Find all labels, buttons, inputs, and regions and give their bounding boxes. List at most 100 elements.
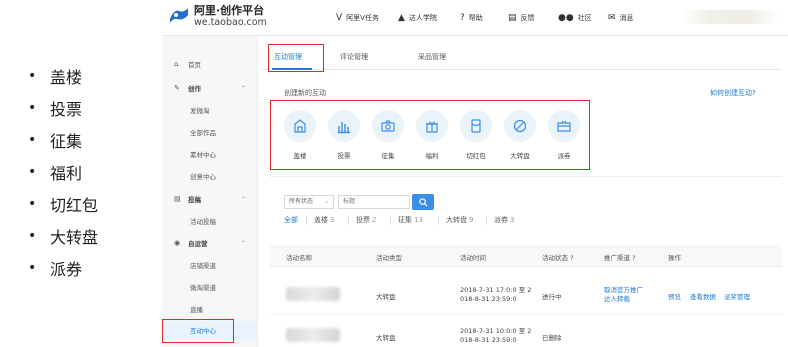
sidebar-item-live[interactable]: 直播 — [162, 300, 258, 318]
sidebar-item-label: 素材中心 — [190, 151, 216, 159]
topnav-label: 反馈 — [520, 14, 535, 22]
chevron-up-icon: ⌃ — [240, 195, 246, 203]
sidebar-item-home[interactable]: ⌂ 首页 — [162, 55, 258, 73]
category-collect[interactable]: 征集 13 — [398, 215, 423, 225]
document-icon: ▤ — [174, 195, 181, 203]
bullet-dot: • — [28, 132, 37, 148]
sidebar-item-shop-channel[interactable]: 店铺渠道 — [162, 256, 258, 274]
bullet-dot: • — [28, 164, 37, 180]
table-row: 大转盘 2018-7-31 17:0:0 至 2 018-8-31 23:59:0… — [270, 275, 782, 315]
how-to-create-link[interactable]: 如何创建互动? — [710, 88, 756, 98]
category-label: 大转盘 — [446, 216, 467, 224]
bullet-text: 派券 — [50, 260, 83, 279]
sidebar-group-create[interactable]: ✎ 创作 ⌃ — [162, 79, 258, 97]
sidebar-item-activity-submit[interactable]: 活动投稿 — [162, 212, 258, 230]
topnav-item-help[interactable]: ? 帮助 — [460, 10, 483, 26]
category-divider — [390, 216, 391, 225]
tab-bar: 互动管理 评论管理 采品管理 — [262, 44, 782, 70]
column-header: 推广渠道 ? — [604, 254, 636, 262]
column-header: 操作 — [668, 254, 681, 262]
blurred-user-info[interactable] — [680, 10, 780, 24]
highlight-box-create-types — [270, 100, 590, 170]
category-count: 9 — [469, 216, 474, 224]
sidebar-item-label: 发微淘 — [190, 107, 210, 115]
feedback-icon: ▤ — [508, 13, 517, 23]
community-icon: ●● — [558, 13, 574, 23]
category-count: 3 — [510, 216, 515, 224]
brand-subtitle: we.taobao.com — [194, 17, 267, 28]
category-count: 13 — [414, 216, 423, 224]
app-window: 阿里·创作平台 we.taobao.com V 阿里V任务 ▲ 达人学院 ? 帮助 ▤… — [162, 0, 788, 347]
bullet-dot: • — [28, 68, 37, 84]
category-count: 3 — [330, 216, 335, 224]
category-building[interactable]: 盖楼 3 — [314, 215, 334, 225]
table-row: 大转盘 2018-7-31 10:0:0 至 2 018-8-31 23:59:0… — [270, 316, 782, 347]
status-select-value: 所有状态 — [289, 198, 314, 205]
bullet-dot: • — [28, 100, 37, 116]
sidebar-item-materials[interactable]: 素材中心 — [162, 145, 258, 163]
prize-management-link[interactable]: 派奖管理 — [724, 291, 750, 301]
search-button[interactable] — [412, 194, 434, 210]
bullet-item: • 大转盘 — [28, 222, 98, 250]
time-line: 2018-7-31 17:0:0 至 2 — [460, 286, 532, 294]
chevron-down-icon: ⌄ — [323, 198, 329, 205]
sidebar-item-label: 创意中心 — [190, 173, 216, 181]
column-header: 活动名称 — [286, 254, 312, 262]
preview-link[interactable]: 预览 — [668, 291, 681, 301]
sidebar-group-label: 自运营 — [188, 240, 208, 248]
column-header: 活动时间 — [460, 254, 486, 262]
view-data-link[interactable]: 查看数据 — [690, 291, 716, 301]
activity-type: 大转盘 — [376, 334, 396, 342]
sidebar-item-ideas[interactable]: 创意中心 — [162, 167, 258, 185]
topnav-item-v-task[interactable]: V 阿里V任务 — [336, 10, 379, 26]
brand-title: 阿里·创作平台 — [194, 4, 265, 17]
bullet-text: 福利 — [50, 164, 83, 183]
cancel-promotion-link[interactable]: 取消官方推广 — [604, 286, 643, 295]
status-select[interactable]: 所有状态 ⌄ — [284, 195, 334, 209]
tab-comment-management[interactable]: 评论管理 — [340, 52, 368, 62]
sidebar-item-label: 店铺渠道 — [190, 262, 216, 270]
sidebar-item-label: 全部作品 — [190, 129, 216, 137]
topnav-item-feedback[interactable]: ▤ 反馈 — [508, 10, 535, 26]
bullet-dot: • — [28, 260, 37, 276]
top-bar: 阿里·创作平台 we.taobao.com V 阿里V任务 ▲ 达人学院 ? 帮助 ▤… — [162, 0, 788, 36]
activity-time: 2018-7-31 17:0:0 至 2 018-8-31 23:59:0 — [460, 286, 531, 304]
sidebar-item-label: 首页 — [188, 61, 201, 69]
highlight-box-tab — [268, 44, 324, 72]
talent-repost-link[interactable]: 达人转载 — [604, 295, 643, 304]
sidebar-item-all-works[interactable]: 全部作品 — [162, 123, 258, 141]
bullet-item: • 切红包 — [28, 190, 98, 218]
topnav-item-academy[interactable]: ▲ 达人学院 — [398, 10, 437, 26]
search-icon — [418, 197, 428, 207]
bullet-dot: • — [28, 196, 37, 212]
sidebar-group-self-operation[interactable]: ◉ 自运营 ⌃ — [162, 234, 258, 252]
sidebar-item-weitao-channel[interactable]: 微淘渠道 — [162, 278, 258, 296]
category-label: 全部 — [284, 216, 298, 224]
category-coupon[interactable]: 派券 3 — [494, 215, 514, 225]
sidebar-item-post-weitao[interactable]: 发微淘 — [162, 101, 258, 119]
bullet-text: 盖楼 — [50, 68, 83, 87]
category-label: 投票 — [356, 216, 370, 224]
time-line: 018-8-31 23:59:0 — [460, 295, 517, 303]
bullet-item: • 福利 — [28, 158, 82, 186]
category-wheel[interactable]: 大转盘 9 — [446, 215, 473, 225]
taobao-logo-icon — [168, 5, 190, 27]
topnav-item-messages[interactable]: ✉ 消息 — [608, 10, 634, 26]
tab-product-management[interactable]: 采品管理 — [418, 52, 446, 62]
sidebar-item-label: 直播 — [190, 306, 203, 314]
title-search-input[interactable] — [338, 195, 410, 209]
help-icon: ? — [460, 13, 465, 23]
category-vote[interactable]: 投票 2 — [356, 215, 376, 225]
topnav-label: 社区 — [577, 14, 592, 22]
column-header: 活动状态 ? — [542, 254, 574, 262]
sidebar-group-submit[interactable]: ▤ 投稿 ⌃ — [162, 190, 258, 208]
topnav-label: 帮助 — [468, 14, 483, 22]
category-all[interactable]: 全部 — [284, 215, 298, 225]
topnav-item-community[interactable]: ●● 社区 — [558, 10, 592, 26]
v-icon: V — [336, 13, 343, 23]
sidebar-item-label: 活动投稿 — [190, 218, 216, 226]
brand-logo[interactable]: 阿里·创作平台 we.taobao.com — [168, 4, 267, 28]
highlight-box-sidebar — [162, 319, 234, 343]
category-divider — [306, 216, 307, 225]
time-line: 2018-7-31 10:0:0 至 2 — [460, 327, 532, 335]
